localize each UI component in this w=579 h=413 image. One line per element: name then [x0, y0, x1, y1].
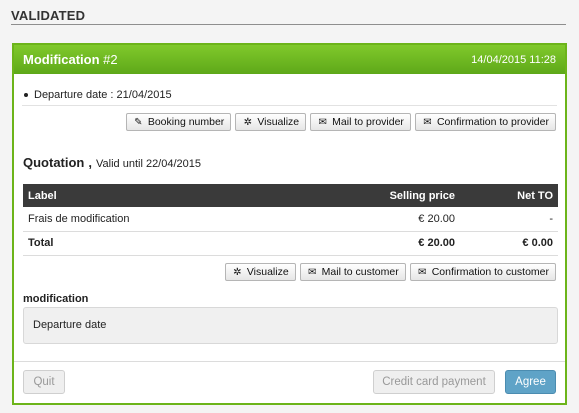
section-title: VALIDATED: [11, 8, 86, 23]
table-total-row: Total € 20.00 € 0.00: [23, 231, 558, 256]
visualize-customer-button[interactable]: ✲ Visualize: [224, 263, 296, 281]
panel-title-number: #2: [103, 52, 118, 67]
agree-button[interactable]: Agree: [505, 370, 556, 394]
column-header-selling-price: Selling price: [330, 184, 460, 207]
quotation-heading: Quotation , Valid until 22/04/2015: [23, 155, 201, 170]
row-selling-price: € 20.00: [330, 207, 460, 232]
column-header-label: Label: [23, 184, 330, 207]
total-label: Total: [23, 231, 330, 256]
provider-actions: ✎ Booking number ✲ Visualize ✉ Mail to p…: [125, 113, 556, 131]
quotation-title: Quotation: [23, 155, 85, 170]
credit-card-payment-button[interactable]: Credit card payment: [373, 370, 495, 394]
modification-panel: Modification #2 14/04/2015 11:28 Departu…: [12, 43, 567, 405]
panel-header: Modification #2 14/04/2015 11:28: [14, 45, 565, 74]
customer-actions: ✲ Visualize ✉ Mail to customer ✉ Confirm…: [224, 263, 556, 281]
visualize-provider-button[interactable]: ✲ Visualize: [235, 113, 307, 131]
total-selling-price: € 20.00: [330, 231, 460, 256]
detail-divider: [22, 105, 557, 106]
mail-to-provider-button[interactable]: ✉ Mail to provider: [310, 113, 411, 131]
footer-divider: [14, 361, 565, 362]
gear-icon: ✲: [243, 116, 252, 128]
envelope-icon: ✉: [418, 266, 427, 278]
total-net-to: € 0.00: [460, 231, 558, 256]
note-text: Departure date: [23, 307, 558, 344]
note-label: modification: [23, 293, 89, 305]
confirmation-to-customer-button[interactable]: ✉ Confirmation to customer: [409, 263, 556, 281]
table-header-row: Label Selling price Net TO: [23, 184, 558, 207]
mail-to-customer-button[interactable]: ✉ Mail to customer: [299, 263, 406, 281]
section-divider: [11, 24, 566, 25]
quit-button[interactable]: Quit: [23, 370, 65, 394]
quotation-validity: Valid until 22/04/2015: [96, 158, 202, 170]
pencil-icon: ✎: [134, 116, 143, 128]
table-row: Frais de modification € 20.00 -: [23, 207, 558, 232]
column-header-net-to: Net TO: [460, 184, 558, 207]
gear-icon: ✲: [233, 266, 242, 278]
detail-text: Departure date : 21/04/2015: [34, 89, 172, 101]
row-label: Frais de modification: [23, 207, 330, 232]
bullet-icon: [24, 93, 28, 97]
envelope-icon: ✉: [423, 116, 432, 128]
detail-item: Departure date : 21/04/2015: [24, 89, 172, 101]
confirmation-to-provider-button[interactable]: ✉ Confirmation to provider: [414, 113, 556, 131]
envelope-icon: ✉: [307, 266, 317, 278]
booking-number-button[interactable]: ✎ Booking number: [125, 113, 232, 131]
panel-datetime: 14/04/2015 11:28: [471, 53, 556, 66]
panel-title: Modification #2: [23, 52, 118, 67]
quotation-table: Label Selling price Net TO Frais de modi…: [23, 184, 558, 256]
envelope-icon: ✉: [318, 116, 327, 128]
row-net-to: -: [460, 207, 558, 232]
panel-title-label: Modification: [23, 52, 100, 67]
quotation-separator: ,: [88, 155, 93, 170]
